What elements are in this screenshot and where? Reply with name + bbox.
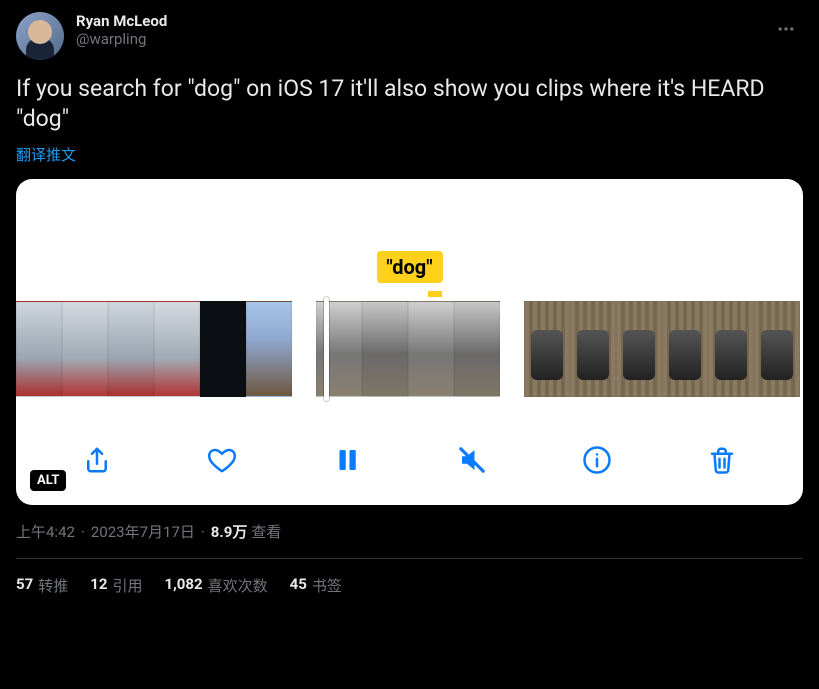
- clip-frame: [524, 301, 570, 397]
- bookmarks-label: 书签: [312, 575, 342, 596]
- clip-frame: [154, 301, 200, 397]
- display-name[interactable]: Ryan McLeod: [76, 12, 167, 30]
- share-icon: [82, 445, 112, 475]
- clip-frame: [662, 301, 708, 397]
- tweet-date[interactable]: 2023年7月17日: [91, 521, 195, 542]
- bookmarks-count: 45: [290, 575, 307, 596]
- media-toolbar: [16, 431, 803, 489]
- translate-link[interactable]: 翻译推文: [16, 144, 803, 165]
- clip-frame: [316, 301, 362, 397]
- clip-frame: [616, 301, 662, 397]
- pause-button[interactable]: [329, 442, 365, 478]
- likes-count: 1,082: [164, 575, 202, 596]
- more-options-button[interactable]: [769, 12, 803, 46]
- clip-frame: [200, 301, 246, 397]
- clip-frame: [754, 301, 800, 397]
- likes-label: 喜欢次数: [208, 575, 268, 596]
- playhead[interactable]: [324, 297, 329, 401]
- quotes-stat[interactable]: 12 引用: [90, 575, 142, 596]
- info-button[interactable]: [579, 442, 615, 478]
- clip-strip-1: [16, 301, 292, 397]
- retweets-count: 57: [16, 575, 33, 596]
- bookmarks-stat[interactable]: 45 书签: [290, 575, 342, 596]
- tweet-time[interactable]: 上午4:42: [16, 521, 75, 542]
- clip-frame: [62, 301, 108, 397]
- mute-button[interactable]: [454, 442, 490, 478]
- handle[interactable]: @warpling: [76, 30, 167, 48]
- retweets-stat[interactable]: 57 转推: [16, 575, 68, 596]
- pause-icon: [332, 445, 362, 475]
- views-count: 8.9万: [211, 521, 248, 542]
- tweet-text: If you search for "dog" on iOS 17 it'll …: [16, 74, 803, 134]
- search-tag-label: "dog": [376, 251, 442, 283]
- clip-frame: [246, 301, 292, 397]
- like-button[interactable]: [204, 442, 240, 478]
- clip-strip-2: [316, 301, 500, 397]
- clip-frame: [570, 301, 616, 397]
- author-block: Ryan McLeod @warpling: [76, 12, 167, 48]
- clip-frame: [362, 301, 408, 397]
- quotes-label: 引用: [112, 575, 142, 596]
- search-tag-marker: [428, 291, 442, 297]
- views-label: 查看: [251, 521, 281, 542]
- retweets-label: 转推: [38, 575, 68, 596]
- delete-button[interactable]: [704, 442, 740, 478]
- media-card[interactable]: "dog": [16, 179, 803, 505]
- avatar[interactable]: [16, 12, 64, 60]
- mute-icon: [457, 445, 487, 475]
- share-button[interactable]: [79, 442, 115, 478]
- clip-strip-row: [16, 301, 803, 397]
- tweet-header: Ryan McLeod @warpling: [16, 12, 803, 60]
- likes-stat[interactable]: 1,082 喜欢次数: [164, 575, 267, 596]
- quotes-count: 12: [90, 575, 107, 596]
- stats-row: 57 转推 12 引用 1,082 喜欢次数 45 书签: [16, 575, 803, 596]
- separator: ·: [201, 523, 205, 541]
- meta-row: 上午4:42 · 2023年7月17日 · 8.9万 查看: [16, 521, 803, 542]
- divider: [16, 558, 803, 559]
- clip-strip-3: [524, 301, 800, 397]
- info-icon: [582, 445, 612, 475]
- heart-icon: [207, 445, 237, 475]
- clip-frame: [454, 301, 500, 397]
- clip-frame: [108, 301, 154, 397]
- alt-badge[interactable]: ALT: [30, 470, 66, 491]
- trash-icon: [707, 445, 737, 475]
- more-icon: [776, 19, 796, 39]
- clip-frame: [16, 301, 62, 397]
- clip-frame: [708, 301, 754, 397]
- clip-frame: [408, 301, 454, 397]
- separator: ·: [81, 523, 85, 541]
